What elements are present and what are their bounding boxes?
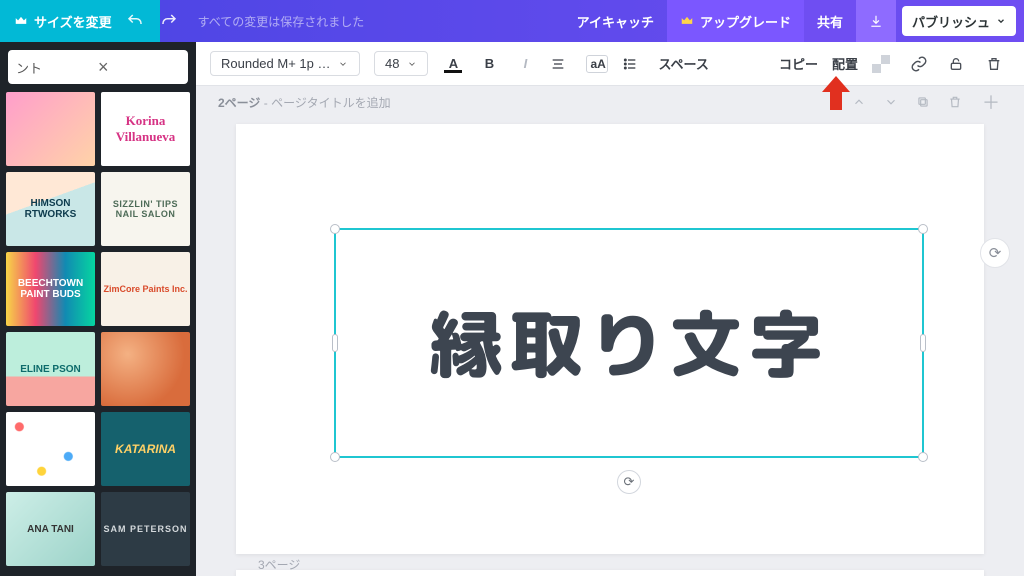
lock-button[interactable] bbox=[948, 56, 972, 72]
template-thumb[interactable]: ANA TANI bbox=[6, 492, 95, 566]
italic-button[interactable]: I bbox=[514, 56, 536, 71]
page-2[interactable]: 縁取り文字 ⟳ bbox=[236, 124, 984, 554]
template-thumb[interactable]: Korina Villanueva bbox=[101, 92, 190, 166]
template-thumb[interactable]: KAIBA ART STUDIO bbox=[101, 332, 190, 406]
text-toolbar: Rounded M+ 1p … 48 A B I aA スペース コピー 配置 bbox=[196, 42, 1024, 86]
page-header: 2ページ - ページタイトルを追加 ＋ bbox=[196, 86, 1024, 118]
template-thumb[interactable] bbox=[6, 92, 95, 166]
font-family-select[interactable]: Rounded M+ 1p … bbox=[210, 51, 360, 76]
chevron-down-icon bbox=[407, 59, 417, 69]
page-up-button[interactable] bbox=[852, 95, 874, 109]
save-status: すべての変更は保存されました bbox=[198, 13, 365, 30]
uppercase-button[interactable]: aA bbox=[586, 55, 608, 73]
page-number: 2ページ bbox=[218, 96, 260, 110]
clear-search-icon[interactable]: × bbox=[98, 57, 180, 78]
text-color-button[interactable]: A bbox=[442, 56, 464, 71]
link-button[interactable] bbox=[910, 55, 934, 73]
download-button[interactable] bbox=[856, 0, 896, 42]
resize-label: サイズを変更 bbox=[34, 12, 112, 31]
search-text: ント bbox=[16, 58, 98, 77]
rotate-handle[interactable]: ⟳ bbox=[617, 470, 641, 494]
template-thumb[interactable] bbox=[6, 412, 95, 486]
template-thumb[interactable]: ZimCore Paints Inc. bbox=[101, 252, 190, 326]
template-panel: ント × Korina Villanueva HIMSON RTWORKS SI… bbox=[0, 42, 196, 576]
delete-button[interactable] bbox=[986, 56, 1010, 72]
page-3[interactable] bbox=[236, 570, 984, 576]
search-input[interactable]: ント × bbox=[8, 50, 188, 84]
page-title-placeholder: - ページタイトルを追加 bbox=[260, 96, 390, 110]
design-name[interactable]: アイキャッチ bbox=[564, 0, 667, 42]
upgrade-label: アップグレード bbox=[700, 12, 791, 31]
font-name: Rounded M+ 1p … bbox=[221, 56, 330, 71]
text-element[interactable]: 縁取り文字 bbox=[336, 230, 922, 456]
resize-handle-tl[interactable] bbox=[330, 224, 340, 234]
page-down-button[interactable] bbox=[884, 95, 906, 109]
font-size-value: 48 bbox=[385, 56, 399, 71]
upgrade-button[interactable]: アップグレード bbox=[667, 0, 804, 42]
editor-area: Rounded M+ 1p … 48 A B I aA スペース コピー 配置 bbox=[196, 42, 1024, 576]
template-list[interactable]: Korina Villanueva HIMSON RTWORKS SIZZLIN… bbox=[0, 92, 196, 576]
resize-handle-l[interactable] bbox=[332, 334, 338, 352]
transparency-button[interactable] bbox=[872, 55, 896, 73]
chevron-down-icon bbox=[338, 59, 348, 69]
copy-button[interactable]: コピー bbox=[779, 54, 818, 73]
list-button[interactable] bbox=[622, 56, 644, 72]
bold-button[interactable]: B bbox=[478, 56, 500, 71]
spacing-button[interactable]: スペース bbox=[658, 54, 708, 73]
redo-button[interactable] bbox=[160, 12, 194, 30]
template-thumb[interactable]: SAM PETERSON bbox=[101, 492, 190, 566]
page-title-area[interactable]: 2ページ - ページタイトルを追加 bbox=[218, 94, 391, 111]
share-button[interactable]: 共有 bbox=[804, 0, 856, 42]
canvas[interactable]: 縁取り文字 ⟳ ⟳ 3ページ bbox=[196, 118, 1024, 576]
resize-handle-bl[interactable] bbox=[330, 452, 340, 462]
publish-button[interactable]: パブリッシュ bbox=[902, 6, 1016, 36]
font-size-select[interactable]: 48 bbox=[374, 51, 428, 76]
resize-handle-tr[interactable] bbox=[918, 224, 928, 234]
duplicate-page-button[interactable] bbox=[916, 95, 938, 109]
top-bar: サイズを変更 すべての変更は保存されました アイキャッチ アップグレード 共有 … bbox=[0, 0, 1024, 42]
delete-page-button[interactable] bbox=[948, 95, 970, 109]
add-page-button[interactable]: ＋ bbox=[980, 89, 1002, 115]
template-thumb[interactable]: SIZZLIN' TIPS NAIL SALON bbox=[101, 172, 190, 246]
resize-handle-r[interactable] bbox=[920, 334, 926, 352]
arrange-button[interactable]: 配置 bbox=[832, 54, 858, 73]
annotation-arrow bbox=[822, 76, 850, 110]
template-thumb[interactable]: KATARINA bbox=[101, 412, 190, 486]
template-thumb[interactable]: BEECHTOWN PAINT BUDS bbox=[6, 252, 95, 326]
template-thumb[interactable]: ELINE PSON bbox=[6, 332, 95, 406]
resize-handle-br[interactable] bbox=[918, 452, 928, 462]
publish-label: パブリッシュ bbox=[912, 12, 990, 31]
text-selection-box[interactable]: 縁取り文字 ⟳ bbox=[334, 228, 924, 458]
align-button[interactable] bbox=[550, 56, 572, 72]
chevron-down-icon bbox=[996, 16, 1006, 26]
crown-icon bbox=[14, 14, 28, 28]
resize-button[interactable]: サイズを変更 bbox=[0, 0, 126, 42]
undo-button[interactable] bbox=[126, 12, 160, 30]
reset-button[interactable]: ⟳ bbox=[980, 238, 1010, 268]
crown-icon bbox=[680, 14, 694, 28]
template-thumb[interactable]: HIMSON RTWORKS bbox=[6, 172, 95, 246]
